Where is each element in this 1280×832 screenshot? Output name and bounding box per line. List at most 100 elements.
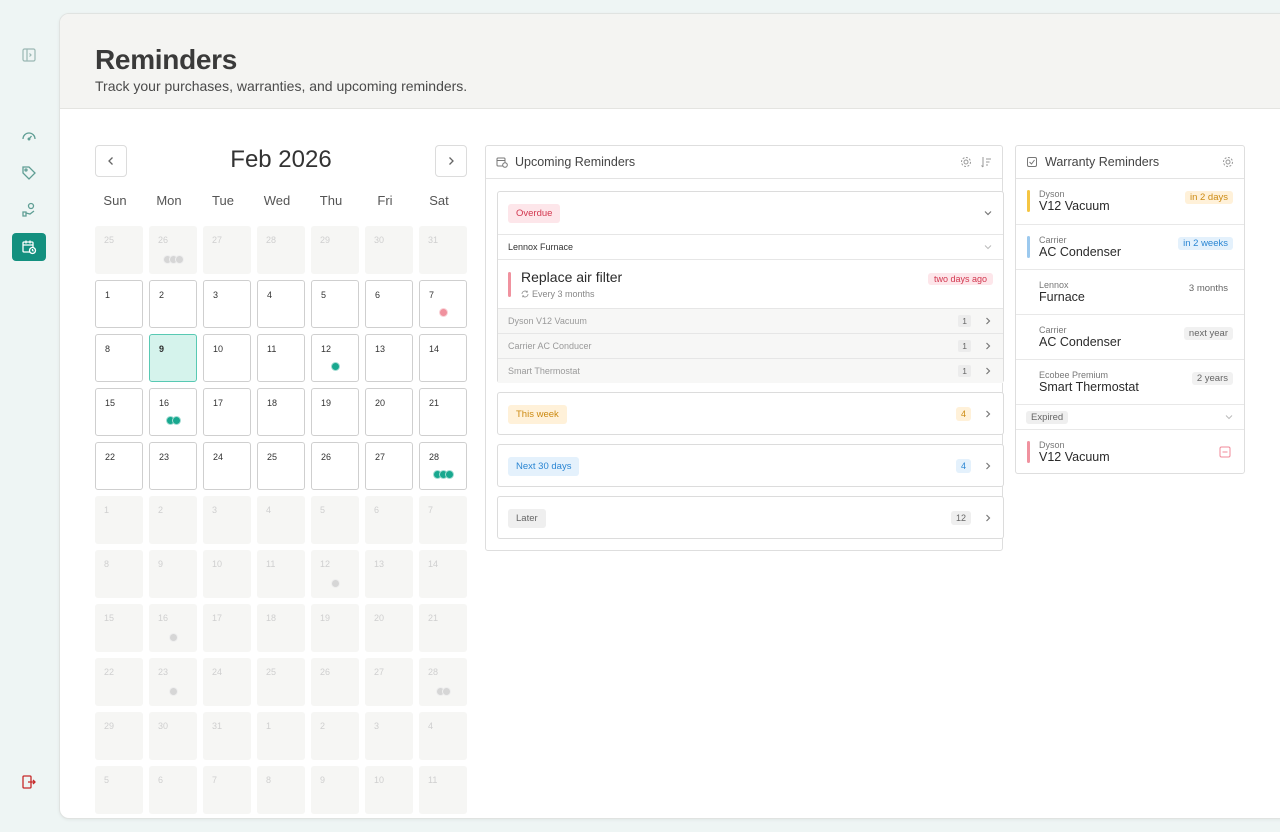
- calendar-day[interactable]: 11: [257, 334, 305, 382]
- calendar-day[interactable]: 22: [95, 658, 143, 706]
- calendar-day[interactable]: 27: [203, 226, 251, 274]
- calendar-day[interactable]: 10: [365, 766, 413, 814]
- calendar-day[interactable]: 8: [257, 766, 305, 814]
- calendar-day[interactable]: 24: [203, 442, 251, 490]
- overdue-group-header[interactable]: Overdue: [498, 192, 1003, 234]
- gear-icon[interactable]: [1222, 156, 1234, 168]
- calendar-day[interactable]: 26: [149, 226, 197, 274]
- calendar-day[interactable]: 7: [419, 280, 467, 328]
- calendar-day[interactable]: 3: [365, 712, 413, 760]
- calendar-day[interactable]: 20: [365, 388, 413, 436]
- expand-sidebar-icon[interactable]: [12, 41, 46, 69]
- gear-icon[interactable]: [960, 156, 972, 168]
- dashboard-icon[interactable]: [12, 122, 46, 150]
- logout-icon[interactable]: [12, 768, 46, 796]
- calendar-day[interactable]: 30: [365, 226, 413, 274]
- calendar-day[interactable]: 23: [149, 442, 197, 490]
- calendar-day[interactable]: 31: [419, 226, 467, 274]
- calendar-day[interactable]: 31: [203, 712, 251, 760]
- calendar-day[interactable]: 4: [419, 712, 467, 760]
- calendar-day[interactable]: 19: [311, 388, 359, 436]
- calendar-day[interactable]: 6: [365, 496, 413, 544]
- calendar-day[interactable]: 19: [311, 604, 359, 652]
- calendar-day[interactable]: 14: [419, 550, 467, 598]
- later-group[interactable]: Later 12: [497, 496, 1004, 539]
- calendar-day[interactable]: 5: [311, 280, 359, 328]
- calendar-day[interactable]: 27: [365, 658, 413, 706]
- calendar-day[interactable]: 16: [149, 604, 197, 652]
- calendar-day[interactable]: 26: [311, 658, 359, 706]
- warranty-item[interactable]: Carrier AC Condenser next year: [1016, 314, 1244, 359]
- calendar-day[interactable]: 13: [365, 550, 413, 598]
- calendar-day[interactable]: 18: [257, 388, 305, 436]
- calendar-day[interactable]: 3: [203, 496, 251, 544]
- calendar-day[interactable]: 14: [419, 334, 467, 382]
- warranty-item[interactable]: Carrier AC Condenser in 2 weeks: [1016, 224, 1244, 269]
- expired-warranty-item[interactable]: Dyson V12 Vacuum: [1016, 429, 1244, 474]
- calendar-day[interactable]: 26: [311, 442, 359, 490]
- calendar-day[interactable]: 29: [311, 226, 359, 274]
- calendar-day[interactable]: 10: [203, 334, 251, 382]
- warranty-item[interactable]: Lennox Furnace 3 months: [1016, 269, 1244, 314]
- calendar-day[interactable]: 29: [95, 712, 143, 760]
- next-month-button[interactable]: [435, 145, 467, 177]
- calendar-day[interactable]: 4: [257, 280, 305, 328]
- calendar-day[interactable]: 28: [419, 442, 467, 490]
- calendar-clock-icon[interactable]: [12, 233, 46, 261]
- calendar-day[interactable]: 20: [365, 604, 413, 652]
- calendar-day[interactable]: 13: [365, 334, 413, 382]
- calendar-day[interactable]: 21: [419, 388, 467, 436]
- calendar-day[interactable]: 17: [203, 388, 251, 436]
- calendar-day[interactable]: 7: [203, 766, 251, 814]
- calendar-day[interactable]: 28: [419, 658, 467, 706]
- calendar-day[interactable]: 10: [203, 550, 251, 598]
- reminder-card[interactable]: Replace air filter Every 3 months two da…: [498, 259, 1003, 308]
- product-row-expanded[interactable]: Lennox Furnace: [498, 234, 1003, 259]
- calendar-day[interactable]: 11: [257, 550, 305, 598]
- calendar-day[interactable]: 28: [257, 226, 305, 274]
- calendar-day[interactable]: 22: [95, 442, 143, 490]
- calendar-day[interactable]: 12: [311, 550, 359, 598]
- calendar-day[interactable]: 1: [95, 280, 143, 328]
- calendar-day-today[interactable]: 9: [149, 334, 197, 382]
- calendar-day[interactable]: 25: [95, 226, 143, 274]
- calendar-day[interactable]: 2: [149, 280, 197, 328]
- calendar-day[interactable]: 3: [203, 280, 251, 328]
- calendar-day[interactable]: 30: [149, 712, 197, 760]
- calendar-day[interactable]: 17: [203, 604, 251, 652]
- calendar-day[interactable]: 5: [311, 496, 359, 544]
- calendar-day[interactable]: 9: [149, 550, 197, 598]
- calendar-day[interactable]: 7: [419, 496, 467, 544]
- calendar-day[interactable]: 27: [365, 442, 413, 490]
- calendar-day[interactable]: 21: [419, 604, 467, 652]
- calendar-day[interactable]: 15: [95, 388, 143, 436]
- tag-icon[interactable]: [12, 159, 46, 187]
- overdue-item-row[interactable]: Dyson V12 Vacuum 1: [498, 308, 1003, 333]
- calendar-day[interactable]: 6: [365, 280, 413, 328]
- remove-icon[interactable]: [1219, 446, 1231, 458]
- calendar-day[interactable]: 18: [257, 604, 305, 652]
- calendar-day[interactable]: 4: [257, 496, 305, 544]
- hand-icon[interactable]: [12, 196, 46, 224]
- calendar-day[interactable]: 9: [311, 766, 359, 814]
- overdue-item-row[interactable]: Smart Thermostat 1: [498, 358, 1003, 383]
- expired-section-header[interactable]: Expired: [1016, 404, 1244, 429]
- calendar-day[interactable]: 25: [257, 442, 305, 490]
- overdue-item-row[interactable]: Carrier AC Conducer 1: [498, 333, 1003, 358]
- calendar-day[interactable]: 2: [149, 496, 197, 544]
- calendar-day[interactable]: 15: [95, 604, 143, 652]
- calendar-day[interactable]: 25: [257, 658, 305, 706]
- warranty-item[interactable]: Dyson V12 Vacuum in 2 days: [1016, 179, 1244, 224]
- calendar-day[interactable]: 1: [95, 496, 143, 544]
- calendar-day[interactable]: 16: [149, 388, 197, 436]
- warranty-item[interactable]: Ecobee Premium Smart Thermostat 2 years: [1016, 359, 1244, 404]
- calendar-day[interactable]: 12: [311, 334, 359, 382]
- calendar-day[interactable]: 11: [419, 766, 467, 814]
- calendar-day[interactable]: 1: [257, 712, 305, 760]
- calendar-day[interactable]: 24: [203, 658, 251, 706]
- calendar-day[interactable]: 8: [95, 334, 143, 382]
- calendar-day[interactable]: 8: [95, 550, 143, 598]
- sort-icon[interactable]: [980, 156, 992, 168]
- calendar-day[interactable]: 23: [149, 658, 197, 706]
- calendar-day[interactable]: 6: [149, 766, 197, 814]
